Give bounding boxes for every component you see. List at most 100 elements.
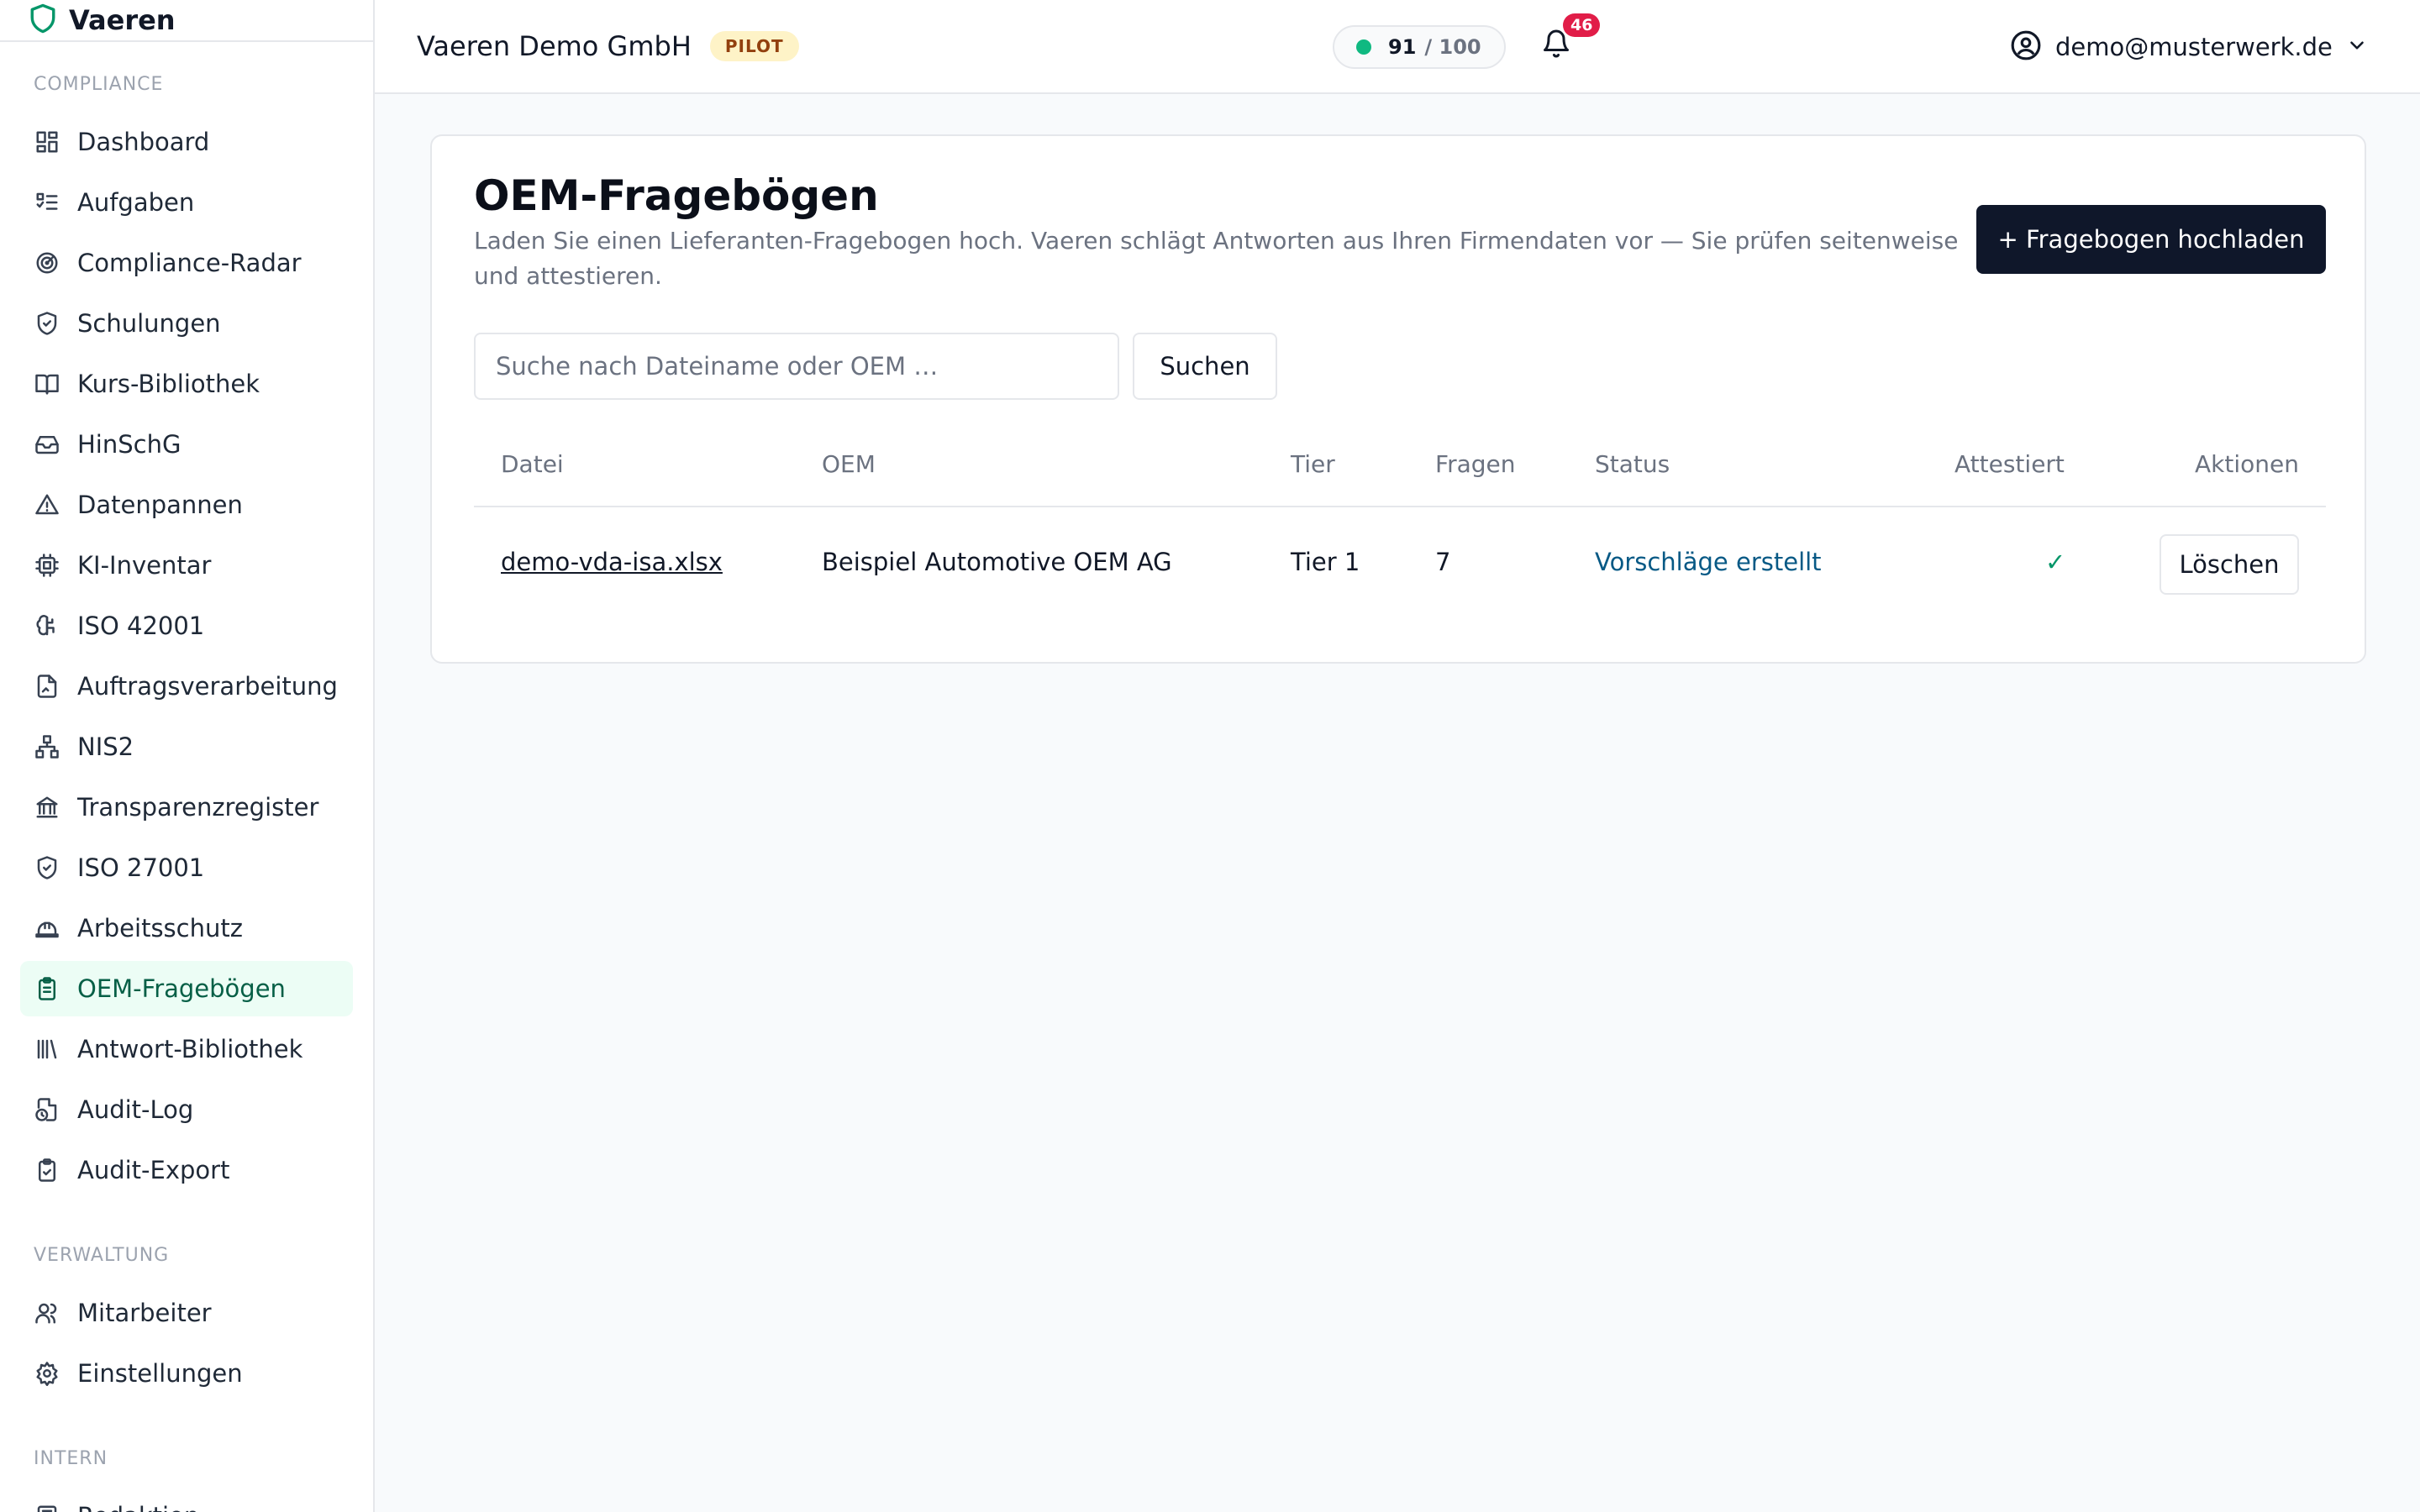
shield-check-icon (34, 310, 60, 337)
sidebar: Vaeren COMPLIANCE Dashboard Aufgaben Com… (0, 0, 375, 1512)
sidebar-item-compliance-radar[interactable]: Compliance-Radar (20, 235, 353, 291)
file-clock-icon (34, 1096, 60, 1123)
sidebar-item-label: Antwort-Bibliothek (77, 1035, 303, 1063)
user-menu[interactable]: demo@musterwerk.de (2010, 25, 2368, 69)
user-circle-icon (2010, 29, 2042, 65)
brain-icon (34, 612, 60, 639)
table-header-divider (474, 506, 2326, 507)
sidebar-item-label: Arbeitsschutz (77, 914, 243, 942)
sidebar-item-label: Transparenzregister (77, 793, 319, 822)
search-button[interactable]: Suchen (1133, 333, 1277, 400)
sidebar-item-transparenzregister[interactable]: Transparenzregister (20, 780, 353, 835)
page-subtitle: Laden Sie einen Lieferanten-Fragebogen h… (474, 227, 1959, 290)
sidebar-item-oem-frageboegen[interactable]: OEM-Fragebögen (20, 961, 353, 1016)
sidebar-item-audit-export[interactable]: Audit-Export (20, 1142, 353, 1198)
sidebar-item-label: OEM-Fragebögen (77, 974, 286, 1003)
clipboard-icon (34, 975, 60, 1002)
delete-button[interactable]: Löschen (2160, 534, 2299, 595)
status-dot (1356, 39, 1371, 55)
book-icon (34, 370, 60, 397)
inbox-icon (34, 431, 60, 458)
sidebar-item-arbeitsschutz[interactable]: Arbeitsschutz (20, 900, 353, 956)
shield-logo-icon (29, 3, 57, 38)
gear-icon (34, 1360, 60, 1387)
nav-intern: Redaktion (0, 1488, 373, 1512)
sidebar-item-einstellungen[interactable]: Einstellungen (20, 1346, 353, 1401)
nav-compliance: Dashboard Aufgaben Compliance-Radar Schu… (0, 114, 373, 1198)
notification-count-badge: 46 (1563, 13, 1601, 37)
sidebar-item-datenpannen[interactable]: Datenpannen (20, 477, 353, 533)
column-header-oem: OEM (822, 450, 876, 478)
sidebar-item-label: Audit-Log (77, 1095, 194, 1124)
hard-hat-icon (34, 915, 60, 942)
file-link[interactable]: demo-vda-isa.xlsx (501, 548, 723, 576)
sidebar-item-label: Kurs-Bibliothek (77, 370, 260, 398)
section-label-intern: INTERN (34, 1448, 108, 1469)
sidebar-item-auftragsverarbeitung[interactable]: Auftragsverarbeitung (20, 659, 353, 714)
sidebar-item-nis2[interactable]: NIS2 (20, 719, 353, 774)
column-header-tier: Tier (1291, 450, 1335, 478)
network-icon (34, 733, 60, 760)
sidebar-item-label: KI-Inventar (77, 551, 212, 580)
sidebar-item-hinschg[interactable]: HinSchG (20, 417, 353, 472)
sidebar-item-redaktion[interactable]: Redaktion (20, 1488, 353, 1512)
column-header-file: Datei (501, 450, 564, 478)
shield-check-icon (34, 854, 60, 881)
sidebar-item-iso-27001[interactable]: ISO 27001 (20, 840, 353, 895)
questions-cell: 7 (1435, 548, 1451, 576)
sidebar-item-aufgaben[interactable]: Aufgaben (20, 175, 353, 230)
attested-check-icon: ✓ (2045, 548, 2066, 576)
sidebar-item-label: Mitarbeiter (77, 1299, 212, 1327)
pilot-badge: PILOT (709, 31, 799, 61)
org-name: Vaeren Demo GmbH (417, 30, 692, 62)
sidebar-item-iso-42001[interactable]: ISO 42001 (20, 598, 353, 654)
compliance-score[interactable]: 91 / 100 (1333, 25, 1506, 69)
sidebar-item-label: Schulungen (77, 309, 221, 338)
brand[interactable]: Vaeren (0, 0, 373, 42)
score-value: 91 (1388, 35, 1417, 59)
sidebar-item-schulungen[interactable]: Schulungen (20, 296, 353, 351)
questionnaires-card: OEM-Fragebögen Laden Sie einen Lieferant… (430, 134, 2366, 664)
sidebar-item-label: Einstellungen (77, 1359, 243, 1388)
sidebar-item-antwort-bibliothek[interactable]: Antwort-Bibliothek (20, 1021, 353, 1077)
sidebar-item-label: Redaktion (77, 1502, 199, 1512)
upload-questionnaire-button[interactable]: + Fragebogen hochladen (1976, 205, 2326, 274)
user-email: demo@musterwerk.de (2055, 33, 2333, 61)
warning-icon (34, 491, 60, 518)
sidebar-item-label: Aufgaben (77, 188, 195, 217)
tasks-icon (34, 189, 60, 216)
score-max: / 100 (1424, 35, 1481, 59)
dashboard-icon (34, 129, 60, 155)
sidebar-item-label: Datenpannen (77, 491, 243, 519)
column-header-questions: Fragen (1435, 450, 1516, 478)
sidebar-item-label: Dashboard (77, 128, 210, 156)
sidebar-item-ki-inventar[interactable]: KI-Inventar (20, 538, 353, 593)
sidebar-item-label: Auftragsverarbeitung (77, 672, 338, 701)
sidebar-item-label: Audit-Export (77, 1156, 230, 1184)
sidebar-item-dashboard[interactable]: Dashboard (20, 114, 353, 170)
chevron-down-icon (2346, 34, 2368, 60)
sidebar-item-kurs-bibliothek[interactable]: Kurs-Bibliothek (20, 356, 353, 412)
sidebar-item-label: Compliance-Radar (77, 249, 302, 277)
sidebar-item-label: ISO 42001 (77, 612, 205, 640)
nav-verwaltung: Mitarbeiter Einstellungen (0, 1285, 373, 1401)
search-input[interactable] (474, 333, 1119, 400)
page-title: OEM-Fragebögen (474, 171, 879, 220)
section-label-verwaltung: VERWALTUNG (34, 1245, 170, 1266)
file-sign-icon (34, 673, 60, 700)
section-label-compliance: COMPLIANCE (34, 74, 164, 95)
brand-name: Vaeren (69, 4, 176, 36)
newspaper-icon (34, 1503, 60, 1512)
tier-cell: Tier 1 (1291, 548, 1360, 576)
column-header-actions: Aktionen (2195, 450, 2299, 478)
sidebar-item-audit-log[interactable]: Audit-Log (20, 1082, 353, 1137)
clipboard-check-icon (34, 1157, 60, 1184)
sidebar-item-label: ISO 27001 (77, 853, 205, 882)
oem-cell: Beispiel Automotive OEM AG (822, 548, 1172, 576)
library-icon (34, 1036, 60, 1063)
column-header-status: Status (1595, 450, 1670, 478)
radar-icon (34, 249, 60, 276)
sidebar-item-label: NIS2 (77, 732, 134, 761)
sidebar-item-mitarbeiter[interactable]: Mitarbeiter (20, 1285, 353, 1341)
bank-icon (34, 794, 60, 821)
